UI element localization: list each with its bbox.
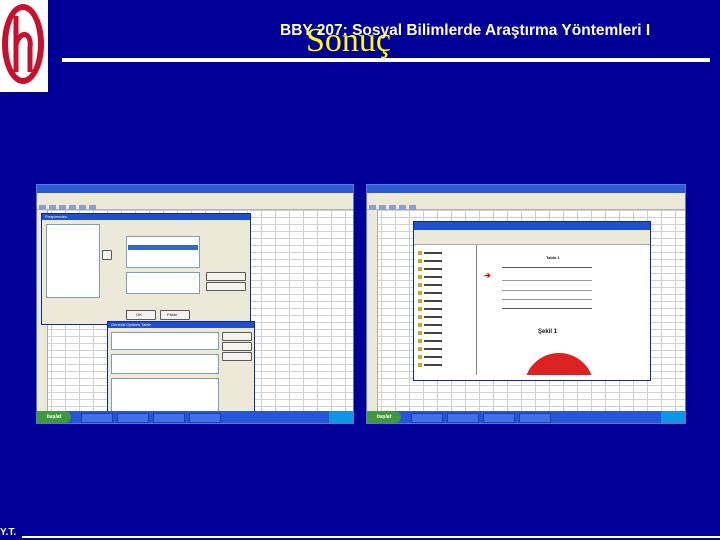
layer-list[interactable] <box>126 272 200 294</box>
variable-list[interactable] <box>46 224 100 298</box>
taskbar-item[interactable] <box>189 413 221 423</box>
tree-item[interactable] <box>418 267 448 272</box>
taskbar-item[interactable] <box>519 413 551 423</box>
row-numbers <box>367 210 378 411</box>
system-tray <box>661 411 685 423</box>
options-text-field-2[interactable] <box>111 354 219 374</box>
selected-variables-list[interactable] <box>126 236 200 268</box>
system-tray <box>329 411 353 423</box>
subdialog-title: General Options Table <box>108 322 254 328</box>
window-titlebar <box>37 185 353 199</box>
output-content-pane: ➔ Tablo 1 Şekil 1 <box>478 245 644 375</box>
options-text-field-3[interactable] <box>111 378 219 412</box>
output-toolbar[interactable] <box>414 236 650 245</box>
taskbar-item[interactable] <box>117 413 149 423</box>
tree-item[interactable] <box>418 251 448 256</box>
footer-rule <box>22 536 720 538</box>
university-logo <box>0 0 48 92</box>
author-initials: Y.T. <box>0 527 17 538</box>
statistics-button[interactable] <box>206 282 246 291</box>
pie-chart <box>524 353 594 375</box>
dialog-title: Frequencies <box>42 214 250 220</box>
taskbar-item[interactable] <box>81 413 113 423</box>
spss-screenshot-right: ➔ Tablo 1 Şekil 1 başlat <box>366 184 686 424</box>
output-navigation-tree[interactable] <box>414 245 477 375</box>
hacettepe-logo-icon <box>0 0 48 92</box>
tree-item[interactable] <box>418 283 448 288</box>
taskbar-item[interactable] <box>153 413 185 423</box>
start-button[interactable]: başlat <box>37 411 71 423</box>
general-options-dialog: General Options Table <box>107 321 255 417</box>
taskbar-item[interactable] <box>483 413 515 423</box>
tree-item[interactable] <box>418 347 448 352</box>
selected-variable-row[interactable] <box>128 245 198 250</box>
options-cancel-button[interactable] <box>222 342 252 351</box>
frequencies-dialog: Frequencies OK Paste <box>41 213 251 325</box>
tree-item[interactable] <box>418 355 448 360</box>
tree-item[interactable] <box>418 307 448 312</box>
tree-item[interactable] <box>418 323 448 328</box>
windows-taskbar: başlat <box>367 411 685 423</box>
header-rule <box>62 58 710 62</box>
tree-item[interactable] <box>418 299 448 304</box>
chart-button[interactable] <box>206 272 246 281</box>
tree-item[interactable] <box>418 331 448 336</box>
windows-taskbar: başlat <box>37 411 353 423</box>
options-help-button[interactable] <box>222 352 252 361</box>
tree-item[interactable] <box>418 259 448 264</box>
tree-item[interactable] <box>418 363 448 368</box>
taskbar-item[interactable] <box>411 413 443 423</box>
tree-item[interactable] <box>418 339 448 344</box>
taskbar-item[interactable] <box>447 413 479 423</box>
ok-button[interactable]: OK <box>126 310 156 320</box>
tree-item[interactable] <box>418 275 448 280</box>
start-button[interactable]: başlat <box>367 411 401 423</box>
options-ok-button[interactable] <box>222 332 252 341</box>
window-titlebar <box>367 185 685 199</box>
options-text-field[interactable] <box>111 332 219 350</box>
toolbar[interactable] <box>37 199 353 212</box>
paste-button[interactable]: Paste <box>160 310 190 320</box>
move-right-button[interactable] <box>102 250 112 260</box>
window-controls[interactable] <box>663 186 684 199</box>
chart-caption: Şekil 1 <box>538 329 558 335</box>
spss-screenshot-left: Frequencies OK Paste General Options Tab… <box>36 184 354 424</box>
slide-title: Sonuç <box>306 22 391 59</box>
pointer-arrow-icon: ➔ <box>484 271 491 280</box>
output-viewer-window: ➔ Tablo 1 Şekil 1 <box>413 221 651 381</box>
output-table-heading: Tablo 1 <box>546 255 560 260</box>
tree-item[interactable] <box>418 315 448 320</box>
tree-item[interactable] <box>418 291 448 296</box>
paste-label: Paste <box>167 312 178 317</box>
output-viewer-title <box>414 222 650 230</box>
window-controls[interactable] <box>331 186 352 199</box>
ok-label: OK <box>136 312 142 317</box>
toolbar[interactable] <box>367 199 685 212</box>
frequency-table <box>502 267 592 309</box>
